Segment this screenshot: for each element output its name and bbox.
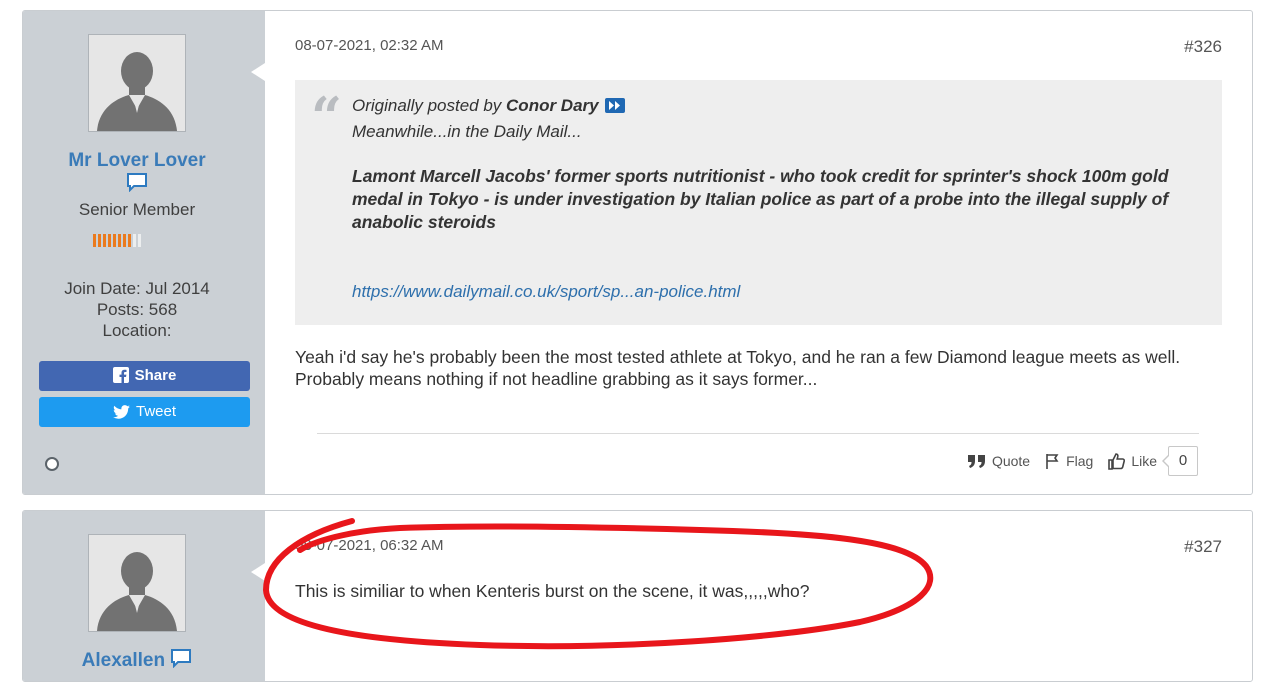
online-status-icon (45, 457, 59, 471)
quote-icon (967, 455, 985, 468)
tweet-label: Tweet (135, 403, 177, 420)
facebook-share-button[interactable]: Share (39, 361, 250, 391)
panel-pointer (251, 563, 265, 581)
user-info-panel: Mr Lover Lover Senior Member Join Date: … (23, 11, 265, 494)
quote-headline: Lamont Marcell Jacobs' former sports nut… (352, 166, 1169, 232)
post-number-link[interactable]: #327 (1184, 537, 1222, 557)
quote-block: “ Originally posted by Conor Dary Meanwh… (295, 80, 1222, 325)
post-text: Yeah i'd say he's probably been the most… (295, 347, 1181, 389)
quote-mark-icon: “ (311, 85, 343, 149)
tweet-button[interactable]: Tweet (39, 397, 250, 427)
join-date: Join Date: Jul 2014 (64, 279, 210, 298)
avatar[interactable] (88, 34, 186, 132)
like-button[interactable]: Like (1108, 452, 1157, 470)
panel-pointer (251, 63, 265, 81)
share-label: Share (134, 367, 177, 384)
like-count: 0 (1162, 446, 1198, 476)
quote-label: Quote (991, 453, 1031, 469)
post-327: Alexallen 08-07-2021, 06:32 AM #327 This… (22, 510, 1253, 682)
location: Location: (102, 321, 172, 340)
post-text: This is similiar to when Kenteris burst … (295, 581, 810, 601)
thumbs-up-icon (1108, 452, 1126, 470)
reputation-bar (93, 234, 143, 248)
quote-button[interactable]: Quote (967, 453, 1030, 469)
quote-prefix: Originally posted by (352, 96, 507, 115)
flag-icon (1046, 454, 1059, 469)
quote-author: Conor Dary (506, 96, 599, 115)
post-326: Mr Lover Lover Senior Member Join Date: … (22, 10, 1253, 495)
private-message-icon[interactable] (170, 648, 192, 672)
quote-link[interactable]: https://www.dailymail.co.uk/sport/sp...a… (352, 282, 1202, 302)
view-post-icon[interactable] (604, 98, 625, 113)
quote-attribution: Originally posted by Conor Dary (352, 94, 1202, 118)
avatar[interactable] (88, 534, 186, 632)
username-text: Alexallen (81, 650, 166, 671)
quote-text: Meanwhile...in the Daily Mail... (352, 122, 582, 141)
flag-label: Flag (1066, 453, 1094, 469)
post-actions: Quote Flag Like 0 (952, 446, 1198, 476)
facebook-icon (112, 367, 129, 383)
username-link[interactable]: Mr Lover Lover (23, 150, 251, 172)
flag-button[interactable]: Flag (1045, 453, 1093, 469)
private-message-icon[interactable] (126, 172, 148, 197)
like-label: Like (1131, 453, 1157, 469)
username-link[interactable]: Alexallen (23, 648, 251, 672)
divider (317, 433, 1199, 434)
twitter-icon (113, 405, 130, 419)
post-content: 08-07-2021, 02:32 AM #326 “ Originally p… (265, 11, 1252, 494)
post-date: 08-07-2021, 06:32 AM (295, 537, 444, 554)
user-info-panel: Alexallen (23, 511, 265, 681)
post-date: 08-07-2021, 02:32 AM (295, 37, 444, 54)
posts-count: Posts: 568 (96, 300, 178, 319)
post-number-link[interactable]: #326 (1184, 37, 1222, 57)
user-title: Senior Member (78, 200, 196, 219)
user-stats: Join Date: Jul 2014 Posts: 568 Location: (23, 278, 251, 341)
post-content: 08-07-2021, 06:32 AM #327 This is simili… (265, 511, 1252, 681)
